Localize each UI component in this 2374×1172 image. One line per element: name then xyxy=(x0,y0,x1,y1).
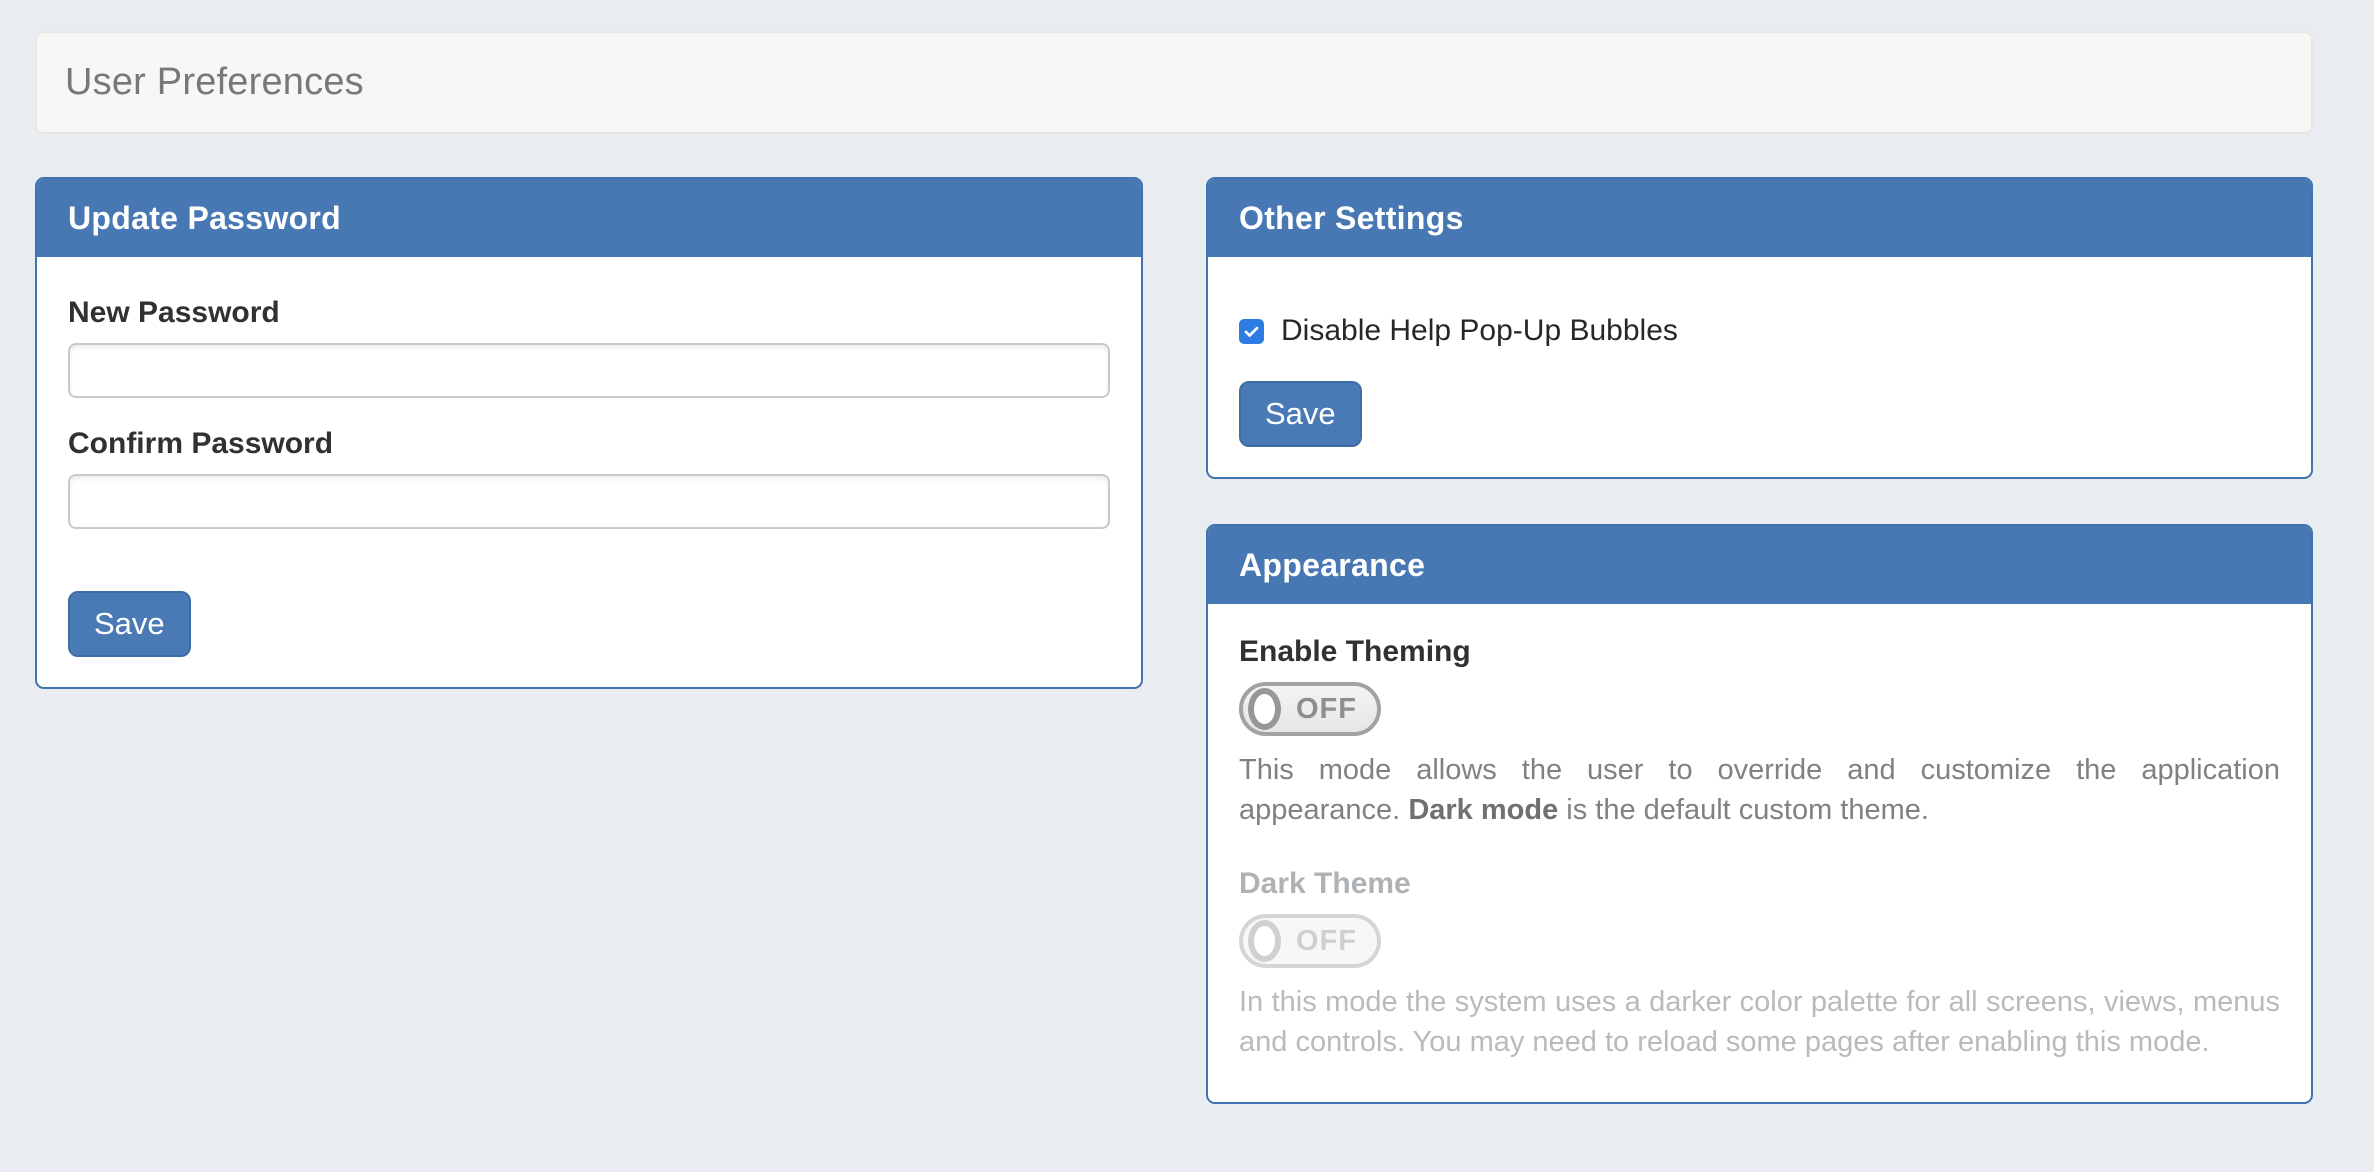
update-password-save-button[interactable]: Save xyxy=(68,591,191,657)
enable-theming-description: This mode allows the user to override an… xyxy=(1239,750,2280,830)
enable-theming-toggle-state: OFF xyxy=(1296,693,1357,726)
disable-help-label[interactable]: Disable Help Pop-Up Bubbles xyxy=(1281,314,1678,348)
new-password-label: New Password xyxy=(68,295,1110,331)
enable-theming-description-rest: is the default custom theme. xyxy=(1558,794,1929,826)
page-container: User Preferences Update Password New Pas… xyxy=(35,31,2313,1104)
dark-theme-toggle[interactable]: OFF xyxy=(1239,914,1381,968)
other-settings-panel-header: Other Settings xyxy=(1208,179,2311,257)
left-column: Update Password New Password Confirm Pas… xyxy=(35,177,1143,1104)
toggle-knob xyxy=(1248,920,1281,962)
update-password-title: Update Password xyxy=(68,200,341,237)
other-settings-save-button[interactable]: Save xyxy=(1239,381,1362,447)
checkmark-icon xyxy=(1242,322,1261,341)
disable-help-checkbox[interactable] xyxy=(1239,319,1264,344)
enable-theming-label: Enable Theming xyxy=(1239,634,2280,670)
update-password-panel: Update Password New Password Confirm Pas… xyxy=(35,177,1143,689)
update-password-panel-header: Update Password xyxy=(37,179,1141,257)
new-password-input[interactable] xyxy=(68,343,1110,398)
appearance-panel-header: Appearance xyxy=(1208,526,2311,604)
page-title: User Preferences xyxy=(65,61,364,104)
other-settings-panel-body: Disable Help Pop-Up Bubbles Save xyxy=(1208,257,2311,477)
right-column: Other Settings Disable Help Pop-Up Bubbl… xyxy=(1206,177,2313,1104)
appearance-title: Appearance xyxy=(1239,547,1425,584)
enable-theming-toggle[interactable]: OFF xyxy=(1239,682,1381,736)
confirm-password-input[interactable] xyxy=(68,474,1110,529)
dark-theme-description: In this mode the system uses a darker co… xyxy=(1239,982,2280,1062)
toggle-knob xyxy=(1248,688,1281,730)
update-password-panel-body: New Password Confirm Password Save xyxy=(37,257,1141,687)
other-settings-panel: Other Settings Disable Help Pop-Up Bubbl… xyxy=(1206,177,2313,479)
content-row: Update Password New Password Confirm Pas… xyxy=(35,177,2313,1104)
other-settings-title: Other Settings xyxy=(1239,200,1464,237)
appearance-panel-body: Enable Theming OFF This mode allows the … xyxy=(1208,604,2311,1092)
enable-theming-description-bold: Dark mode xyxy=(1408,794,1558,826)
disable-help-row: Disable Help Pop-Up Bubbles xyxy=(1239,311,2280,351)
dark-theme-label: Dark Theme xyxy=(1239,866,2280,902)
confirm-password-label: Confirm Password xyxy=(68,426,1110,462)
page-header: User Preferences xyxy=(35,31,2313,134)
dark-theme-toggle-state: OFF xyxy=(1296,925,1357,958)
appearance-panel: Appearance Enable Theming OFF This mode … xyxy=(1206,524,2313,1104)
